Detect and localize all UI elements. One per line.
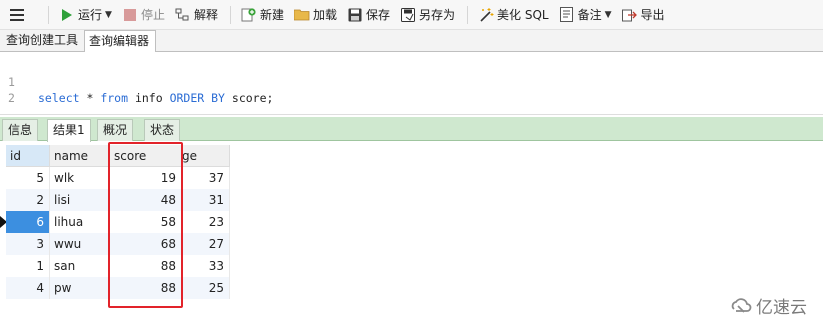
cell-score[interactable]: 88: [110, 277, 182, 299]
cell-name[interactable]: san: [50, 255, 110, 277]
explain-label: 解释: [193, 8, 218, 22]
save-as-icon: [400, 7, 416, 23]
cell-name[interactable]: wwu: [50, 233, 110, 255]
tab-query-builder[interactable]: 查询创建工具: [2, 30, 82, 52]
result-tab-bar: 信息 结果1 概况 状态: [0, 117, 823, 142]
export-label: 导出: [640, 8, 665, 22]
folder-icon: [293, 7, 310, 23]
cell-id[interactable]: 6: [6, 211, 50, 233]
sql-code: select * from info ORDER BY score;: [38, 90, 273, 106]
sql-text: *: [79, 91, 101, 105]
save-as-label: 另存为: [419, 8, 456, 22]
cell-name[interactable]: wlk: [50, 167, 110, 189]
toolbar: 运行 ▼ 停止 解释 新建 加载 保存 另存为 美化 SQL 备注 ▼ 导出: [0, 0, 823, 30]
cell-score[interactable]: 58: [110, 211, 182, 233]
cell-age[interactable]: 31: [182, 189, 230, 211]
sql-text: info: [128, 91, 170, 105]
beautify-sql-label: 美化 SQL: [497, 8, 549, 22]
stop-label: 停止: [140, 8, 165, 22]
run-label: 运行: [78, 8, 103, 22]
new-icon: [241, 7, 257, 23]
beautify-sql-button[interactable]: 美化 SQL: [474, 3, 553, 27]
new-button[interactable]: 新建: [237, 3, 288, 27]
magic-wand-icon: [478, 7, 494, 23]
table-row[interactable]: 5 wlk 19 37: [0, 167, 230, 189]
cell-score[interactable]: 88: [110, 255, 182, 277]
load-button[interactable]: 加载: [290, 3, 341, 27]
cell-name[interactable]: lisi: [50, 189, 110, 211]
table-row[interactable]: 6 lihua 58 23: [0, 211, 230, 233]
table-row[interactable]: 1 san 88 33: [0, 255, 230, 277]
line-number: 2: [8, 91, 15, 105]
cloud-logo-icon: [731, 297, 752, 313]
editor-line: 2: [0, 74, 28, 105]
tab-profile[interactable]: 概况: [97, 119, 134, 141]
stop-button[interactable]: 停止: [118, 3, 169, 27]
watermark: 亿速云: [730, 293, 807, 318]
column-header-age[interactable]: ge: [182, 145, 230, 167]
chevron-down-icon[interactable]: ▼: [605, 10, 612, 20]
export-icon: [622, 7, 638, 23]
cell-id[interactable]: 4: [6, 277, 50, 299]
comment-button[interactable]: 备注 ▼: [555, 3, 616, 27]
toolbar-separator: [467, 5, 469, 24]
cell-id[interactable]: 3: [6, 233, 50, 255]
cell-age[interactable]: 37: [182, 167, 230, 189]
cell-age[interactable]: 33: [182, 255, 230, 277]
cell-score[interactable]: 48: [110, 189, 182, 211]
editor-line: 1 select * from info ORDER BY score;: [0, 58, 273, 105]
run-button[interactable]: 运行 ▼: [55, 3, 116, 27]
sql-keyword: from: [100, 91, 129, 105]
explain-button[interactable]: 解释: [171, 3, 222, 27]
table-row[interactable]: 2 lisi 48 31: [0, 189, 230, 211]
new-label: 新建: [259, 8, 284, 22]
note-icon: [559, 7, 575, 23]
tab-result-1[interactable]: 结果1: [47, 119, 91, 142]
save-button[interactable]: 保存: [343, 3, 394, 27]
export-button[interactable]: 导出: [618, 3, 669, 27]
sql-keyword: select: [38, 91, 80, 105]
table-row[interactable]: 3 wwu 68 27: [0, 233, 230, 255]
cell-name[interactable]: lihua: [50, 211, 110, 233]
cell-score[interactable]: 19: [110, 167, 182, 189]
sql-editor[interactable]: 1 select * from info ORDER BY score; 2: [0, 52, 823, 115]
cell-id[interactable]: 5: [6, 167, 50, 189]
menu-button[interactable]: [0, 0, 34, 30]
cell-score[interactable]: 68: [110, 233, 182, 255]
tab-info[interactable]: 信息: [2, 119, 39, 141]
document-tab-bar: 查询创建工具 查询编辑器: [0, 30, 823, 53]
floppy-icon: [347, 7, 363, 23]
column-header-score[interactable]: score: [110, 145, 182, 167]
cell-id[interactable]: 1: [6, 255, 50, 277]
play-icon: [59, 7, 75, 23]
cell-age[interactable]: 23: [182, 211, 230, 233]
cell-age[interactable]: 27: [182, 233, 230, 255]
grid-header: id name score ge: [0, 145, 230, 167]
toolbar-separator: [48, 5, 49, 24]
comment-label: 备注: [577, 8, 602, 22]
load-label: 加载: [312, 8, 337, 22]
hamburger-icon: [10, 8, 24, 21]
cell-name[interactable]: pw: [50, 277, 110, 299]
toolbar-separator: [229, 5, 231, 24]
stop-icon: [122, 7, 138, 23]
sql-keyword: ORDER BY: [169, 91, 225, 105]
save-as-button[interactable]: 另存为: [396, 3, 459, 27]
save-label: 保存: [366, 8, 391, 22]
watermark-text: 亿速云: [756, 298, 807, 318]
sql-text: score;: [224, 91, 274, 105]
column-header-name[interactable]: name: [50, 145, 110, 167]
tab-query-editor[interactable]: 查询编辑器: [84, 30, 156, 53]
cell-age[interactable]: 25: [182, 277, 230, 299]
table-row[interactable]: 4 pw 88 25: [0, 277, 230, 299]
cell-id[interactable]: 2: [6, 189, 50, 211]
column-header-id[interactable]: id: [6, 145, 50, 167]
explain-icon: [175, 7, 191, 23]
tab-status[interactable]: 状态: [144, 119, 181, 141]
chevron-down-icon[interactable]: ▼: [105, 10, 112, 20]
